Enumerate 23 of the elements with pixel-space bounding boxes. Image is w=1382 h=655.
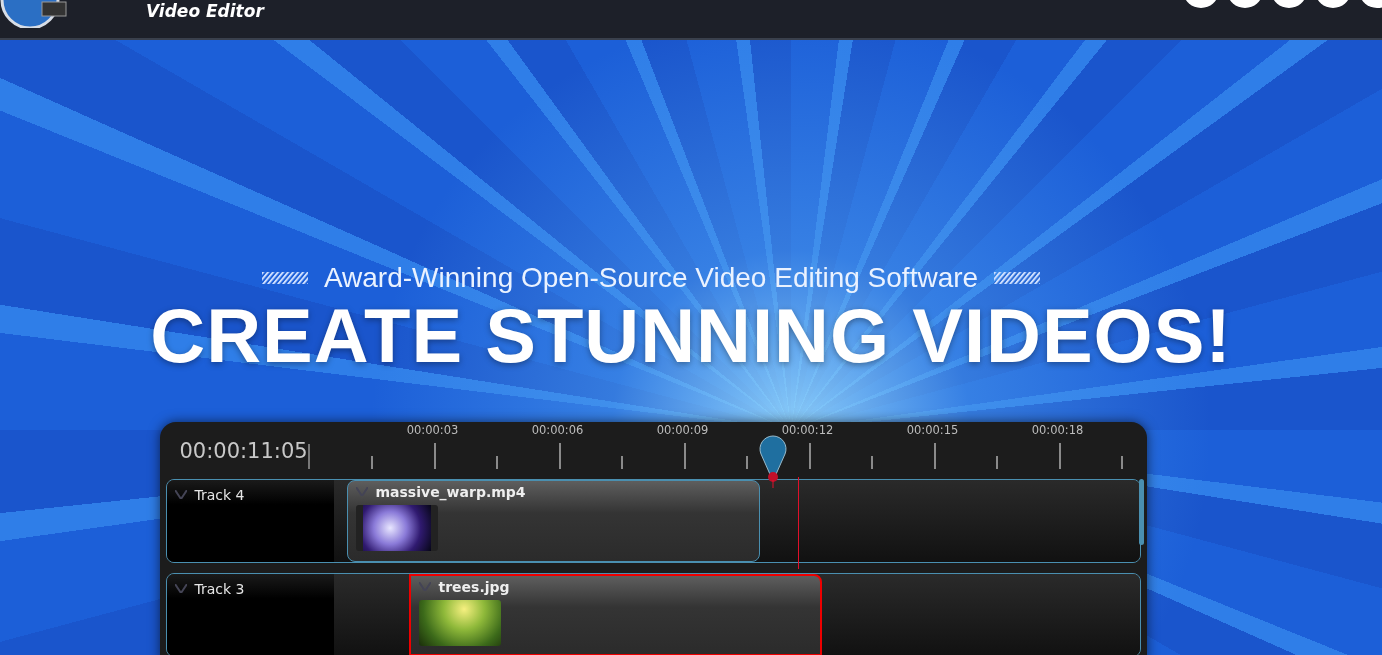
scrollbar-thumb[interactable] [1138, 479, 1144, 545]
tagline: Award-Winning Open-Source Video Editing Software [323, 262, 979, 294]
track-name: Track 3 [194, 582, 245, 596]
stripe-icon [261, 272, 308, 284]
playhead-marker-icon[interactable] [756, 434, 789, 488]
track-header[interactable]: Track 3 [166, 574, 334, 655]
track-name: Track 4 [194, 488, 245, 502]
clip-name: massive_warp.mp4 [375, 485, 526, 499]
clip[interactable]: trees.jpg [408, 574, 822, 655]
logo-icon[interactable] [0, 0, 70, 28]
ruler-time-label: 00:00:18 [1031, 423, 1084, 437]
ruler-time-label: 00:00:03 [406, 423, 459, 437]
clip-name: trees.jpg [438, 580, 510, 594]
ruler-time-label: 00:00:15 [906, 423, 959, 437]
ruler-time-label: 00:00:06 [531, 423, 584, 437]
headline: CREATE STUNNING VIDEOS! [150, 294, 1232, 378]
current-time: 00:00:11:05 [178, 438, 308, 465]
logo-subtitle: Video Editor [146, 1, 264, 21]
track-header[interactable]: Track 4 [166, 480, 334, 562]
clip[interactable]: massive_warp.mp4 [346, 480, 760, 562]
ruler-time-label: 00:00:12 [781, 423, 834, 437]
ruler-time-label: 00:00:09 [656, 423, 709, 437]
stripe-icon [994, 272, 1041, 284]
